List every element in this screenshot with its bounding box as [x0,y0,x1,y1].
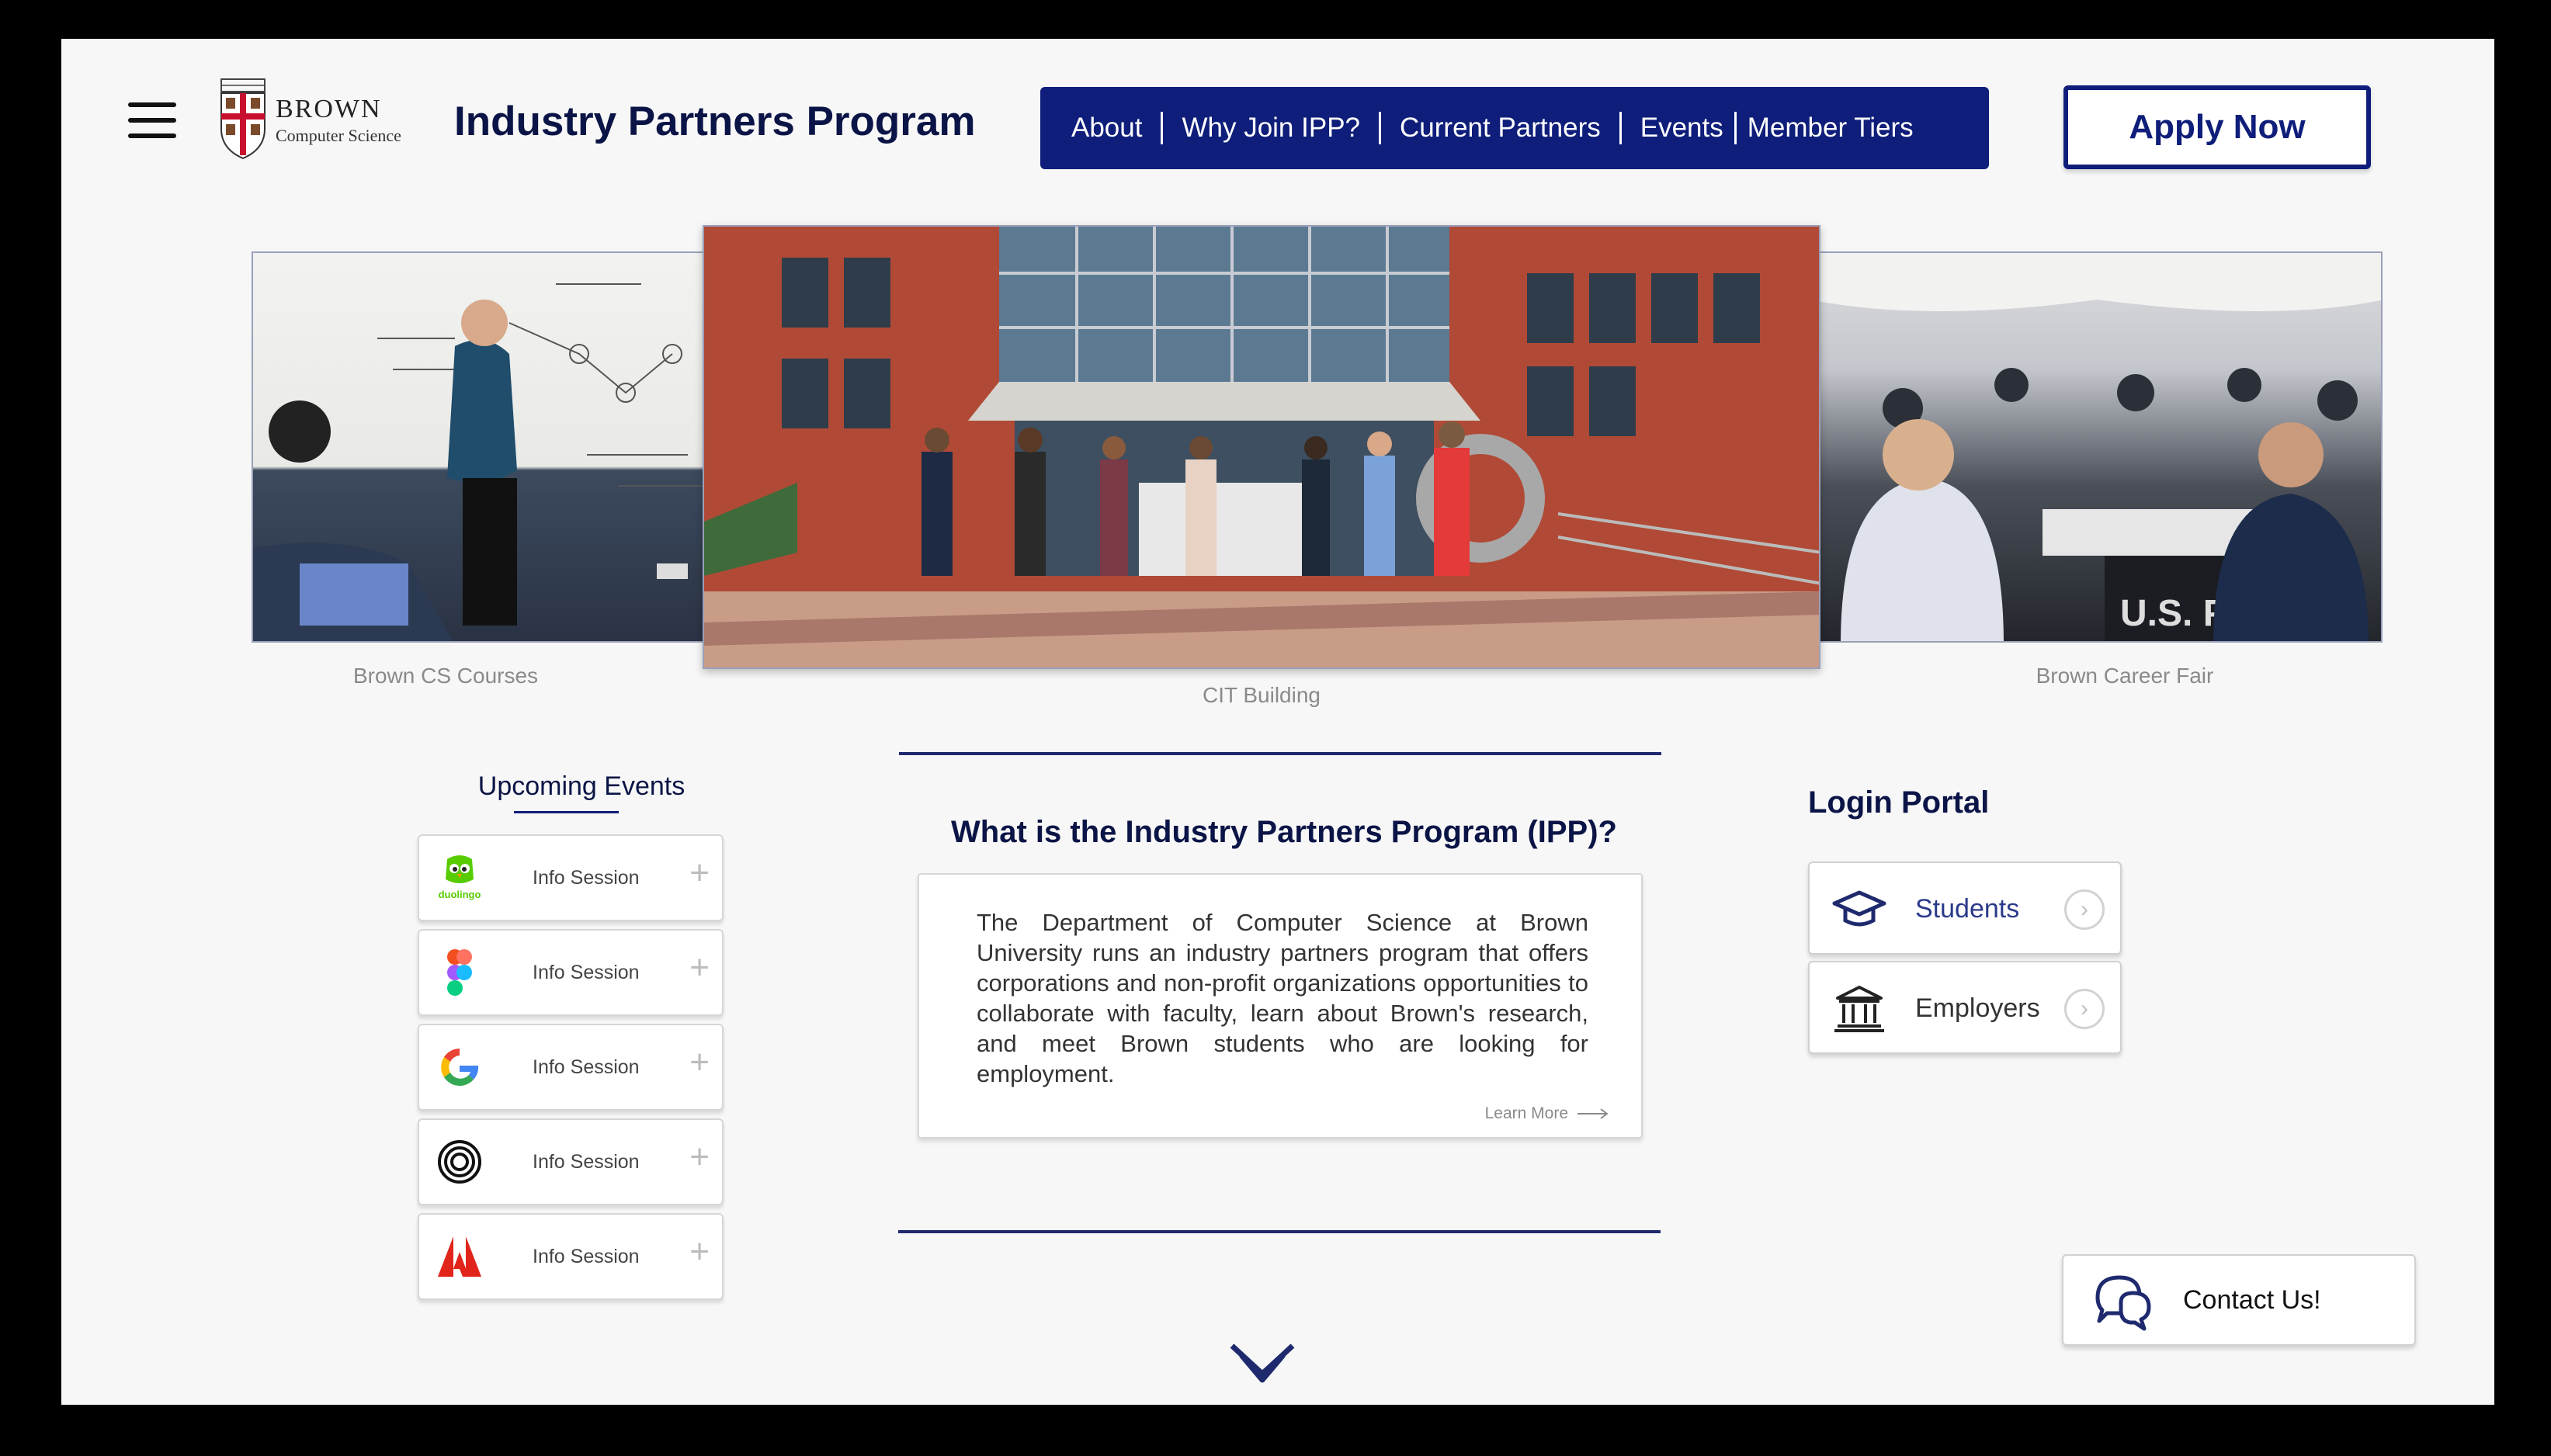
brand-subtitle: Computer Science [276,126,401,145]
events-title-underline [514,811,619,813]
nav-events[interactable]: Events [1640,113,1723,144]
event-card-figma[interactable]: Info Session + [418,929,724,1016]
event-card-rings[interactable]: Info Session + [418,1118,724,1205]
top-navigation: About Why Join IPP? Current Partners Eve… [1040,87,1989,169]
hamburger-menu-icon[interactable] [128,98,176,143]
caption-career-fair: Brown Career Fair [2036,664,2214,688]
graduation-cap-icon [1832,890,1886,927]
chevron-right-icon: › [2064,989,2105,1029]
photo-career-fair[interactable]: U.S. P [1808,251,2383,643]
nav-divider [1379,112,1382,144]
employers-login-button[interactable]: Employers › [1808,961,2122,1054]
figma-icon [447,949,472,996]
classroom-photo-image [253,283,703,641]
event-label: Info Session [533,1246,640,1267]
employers-label: Employers [1915,993,2040,1023]
event-label: Info Session [533,867,640,889]
page-title: Industry Partners Program [454,99,976,144]
arrow-right-icon [1577,1108,1609,1119]
event-card-google[interactable]: Info Session + [418,1024,724,1111]
svg-text:U.S. P: U.S. P [2120,593,2228,634]
events-title: Upcoming Events [477,771,685,801]
nav-why-join[interactable]: Why Join IPP? [1182,113,1360,144]
nav-current-partners[interactable]: Current Partners [1400,113,1601,144]
learn-more-link[interactable]: Learn More [1485,1104,1610,1123]
expand-plus-icon[interactable]: + [689,1045,710,1080]
photo-cit-building[interactable] [703,225,1820,669]
event-label: Info Session [533,1056,640,1078]
chat-bubbles-icon [2095,1275,2151,1331]
nav-member-tiers[interactable]: Member Tiers [1748,113,1914,144]
chevron-right-icon: › [2064,889,2105,930]
brown-cs-logo[interactable]: BROWN Computer Science [217,75,481,161]
about-body: The Department of Computer Science at Br… [977,909,1588,1087]
event-card-duolingo[interactable]: duolingo Info Session + [418,834,724,921]
expand-plus-icon[interactable]: + [689,951,710,985]
expand-plus-icon[interactable]: + [689,1235,710,1269]
apply-now-button[interactable]: Apply Now [2063,85,2371,169]
event-label: Info Session [533,1151,640,1173]
nav-about[interactable]: About [1071,113,1142,144]
section-divider-top [899,752,1661,755]
google-icon [441,1049,479,1086]
photo-cs-courses[interactable] [252,251,733,643]
contact-us-button[interactable]: Contact Us! [2062,1254,2416,1346]
event-card-adobe[interactable]: Info Session + [418,1213,724,1300]
nav-divider [1161,112,1164,144]
page-frame: BROWN Computer Science Industry Partners… [61,39,2494,1405]
learn-more-label: Learn More [1484,1104,1568,1122]
career-fair-photo-image: U.S. P [1810,253,2381,641]
about-card: The Department of Computer Science at Br… [918,873,1643,1139]
duolingo-logo-text: duolingo [439,889,481,900]
about-heading: What is the Industry Partners Program (I… [951,815,1617,849]
caption-cit-building: CIT Building [1202,683,1321,707]
brand-name: BROWN [276,95,382,123]
brown-shield-icon [220,78,266,160]
expand-plus-icon[interactable]: + [689,1140,710,1174]
nav-divider [1734,112,1737,144]
students-login-button[interactable]: Students › [1808,861,2122,955]
contact-us-label: Contact Us! [2183,1285,2321,1315]
bank-icon [1834,986,1884,1032]
login-portal-title: Login Portal [1808,785,1990,820]
section-divider-bottom [898,1230,1661,1233]
scroll-down-chevron-icon[interactable] [1227,1340,1297,1389]
nav-divider [1619,112,1622,144]
rings-logo-icon [438,1140,481,1184]
expand-plus-icon[interactable]: + [689,856,710,890]
duolingo-icon: duolingo [439,855,481,900]
adobe-icon [438,1236,481,1277]
event-label: Info Session [533,962,640,983]
students-label: Students [1915,894,2020,924]
cit-building-photo-image [704,227,1819,667]
caption-cs-courses: Brown CS Courses [352,664,539,688]
